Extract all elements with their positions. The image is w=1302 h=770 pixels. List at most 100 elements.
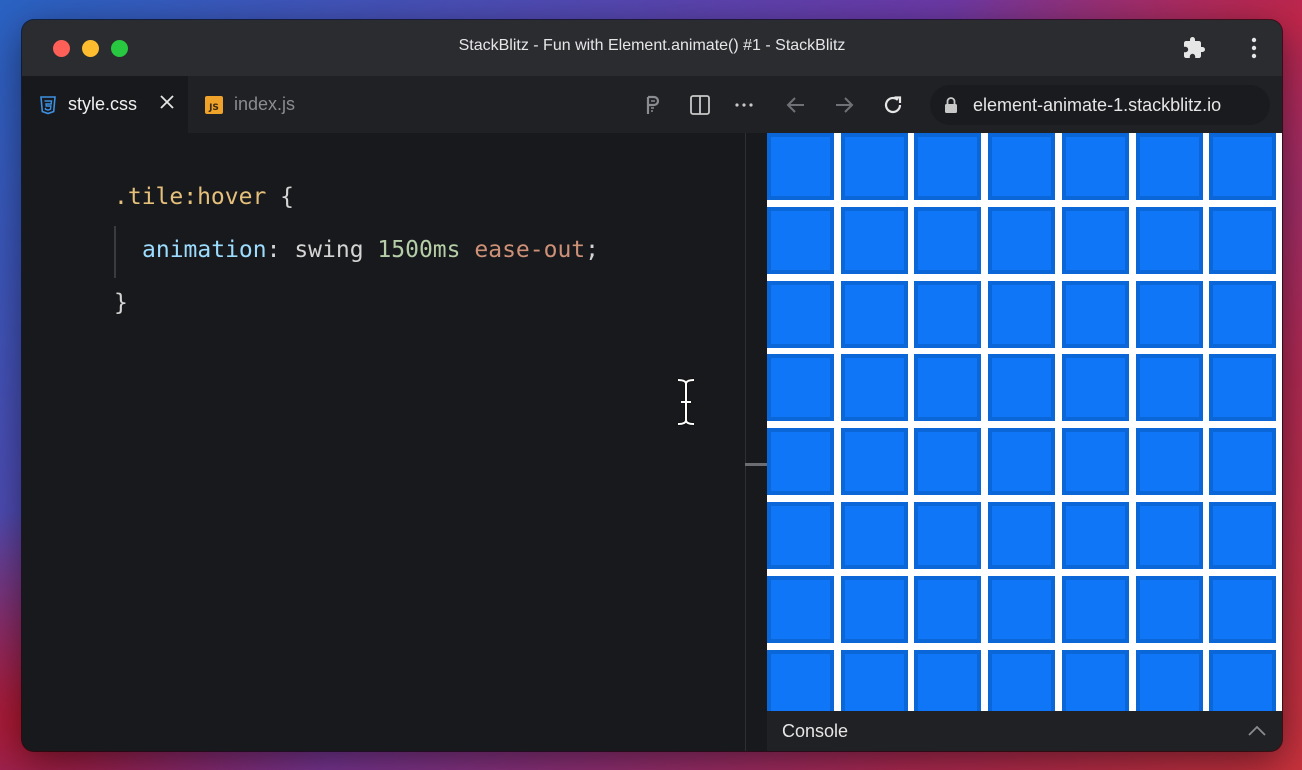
tile[interactable]	[988, 354, 1056, 422]
window-title: StackBlitz - Fun with Element.animate() …	[458, 37, 846, 54]
code-line-2: animation: swing 1500ms ease-out;	[142, 237, 599, 263]
css-property: animation	[142, 237, 267, 263]
tile[interactable]	[767, 649, 834, 711]
tile[interactable]	[1061, 133, 1129, 200]
tile[interactable]	[914, 575, 982, 643]
browser-window: StackBlitz - Fun with Element.animate() …	[22, 20, 1282, 751]
tile[interactable]	[1061, 354, 1129, 422]
extensions-icon[interactable]	[1182, 36, 1206, 60]
tile[interactable]	[767, 502, 834, 569]
tab-label: style.css	[68, 94, 138, 114]
tile[interactable]	[914, 133, 982, 200]
title-bar: StackBlitz - Fun with Element.animate() …	[22, 20, 1282, 76]
tile[interactable]	[1061, 502, 1129, 569]
tab-style-css[interactable]: style.css	[22, 76, 188, 133]
tile[interactable]	[988, 502, 1056, 569]
address-url: element-animate-1.stackblitz.io	[973, 94, 1222, 115]
tile[interactable]	[914, 280, 982, 348]
tile[interactable]	[1135, 206, 1203, 274]
tile[interactable]	[914, 354, 982, 422]
tile[interactable]	[767, 575, 834, 643]
tile[interactable]	[988, 206, 1056, 274]
css-value-duration: 1500ms	[377, 237, 461, 263]
address-bar[interactable]: element-animate-1.stackblitz.io	[930, 85, 1270, 125]
tile[interactable]	[1209, 502, 1277, 569]
close-tab-icon[interactable]	[158, 93, 176, 111]
tile[interactable]	[1209, 206, 1277, 274]
tile[interactable]	[1209, 649, 1277, 711]
tile[interactable]	[1135, 133, 1203, 200]
reload-icon[interactable]	[882, 94, 904, 116]
tile[interactable]	[767, 206, 834, 274]
tab-label: index.js	[234, 94, 296, 114]
tile[interactable]	[1135, 649, 1203, 711]
back-arrow-icon[interactable]	[785, 94, 807, 116]
tile[interactable]	[988, 133, 1056, 200]
tile[interactable]	[1209, 428, 1277, 496]
tile[interactable]	[840, 133, 908, 200]
tile[interactable]	[988, 575, 1056, 643]
tile[interactable]	[1135, 428, 1203, 496]
tile[interactable]	[1209, 354, 1277, 422]
forward-arrow-icon[interactable]	[833, 94, 855, 116]
tile[interactable]	[767, 428, 834, 496]
tile[interactable]	[914, 502, 982, 569]
tile[interactable]	[1061, 280, 1129, 348]
brace-close: }	[114, 290, 128, 316]
pane-divider[interactable]	[745, 133, 746, 751]
tile[interactable]	[767, 354, 834, 422]
tile[interactable]	[1209, 133, 1277, 200]
semicolon: ;	[585, 237, 600, 263]
tile[interactable]	[1061, 428, 1129, 496]
tile[interactable]	[840, 280, 908, 348]
split-view-icon[interactable]	[689, 94, 711, 116]
text-cursor-icon	[677, 378, 695, 426]
tile[interactable]	[1209, 280, 1277, 348]
tile[interactable]	[1135, 502, 1203, 569]
tile[interactable]	[1135, 280, 1203, 348]
js-badge-text: JS	[208, 103, 219, 113]
desktop-background: StackBlitz - Fun with Element.animate() …	[0, 0, 1302, 770]
code-line-1: .tile:hover {	[114, 184, 294, 210]
tile[interactable]	[767, 133, 834, 200]
tile[interactable]	[840, 575, 908, 643]
tile[interactable]	[914, 206, 982, 274]
kebab-menu-icon[interactable]	[1244, 36, 1264, 60]
console-bar[interactable]: Console	[767, 711, 1282, 751]
css-value-name: swing	[294, 237, 378, 263]
tile[interactable]	[1135, 354, 1203, 422]
js-file-icon: JS	[205, 95, 223, 114]
tile[interactable]	[914, 428, 982, 496]
tile[interactable]	[1061, 575, 1129, 643]
tile[interactable]	[988, 428, 1056, 496]
chevron-up-icon[interactable]	[1246, 723, 1268, 739]
tile[interactable]	[988, 280, 1056, 348]
code-line-3: }	[114, 290, 128, 316]
tile[interactable]	[1135, 575, 1203, 643]
tile[interactable]	[988, 649, 1056, 711]
tile[interactable]	[840, 502, 908, 569]
tile[interactable]	[914, 649, 982, 711]
colon: :	[266, 237, 295, 263]
prettier-icon[interactable]	[642, 94, 664, 116]
editor-tab-bar: style.css JS index.js element-animate-1.…	[22, 76, 1282, 133]
tile[interactable]	[1061, 206, 1129, 274]
css-value-easing: ease-out	[474, 237, 586, 263]
code-editor[interactable]: .tile:hover { animation: swing 1500ms ea…	[22, 133, 745, 751]
tile[interactable]	[840, 354, 908, 422]
css-file-icon	[40, 95, 56, 114]
more-icon[interactable]	[733, 94, 755, 116]
tile[interactable]	[840, 428, 908, 496]
pane-resize-handle[interactable]	[745, 463, 767, 466]
tile[interactable]	[767, 280, 834, 348]
brace-open: {	[266, 184, 295, 210]
preview-pane	[767, 133, 1282, 711]
tile[interactable]	[1209, 575, 1277, 643]
tile[interactable]	[1061, 649, 1129, 711]
tile[interactable]	[840, 206, 908, 274]
tab-index-js[interactable]: JS index.js	[188, 76, 354, 133]
tile[interactable]	[840, 649, 908, 711]
indent-guide	[114, 226, 116, 278]
lock-icon	[945, 97, 957, 113]
